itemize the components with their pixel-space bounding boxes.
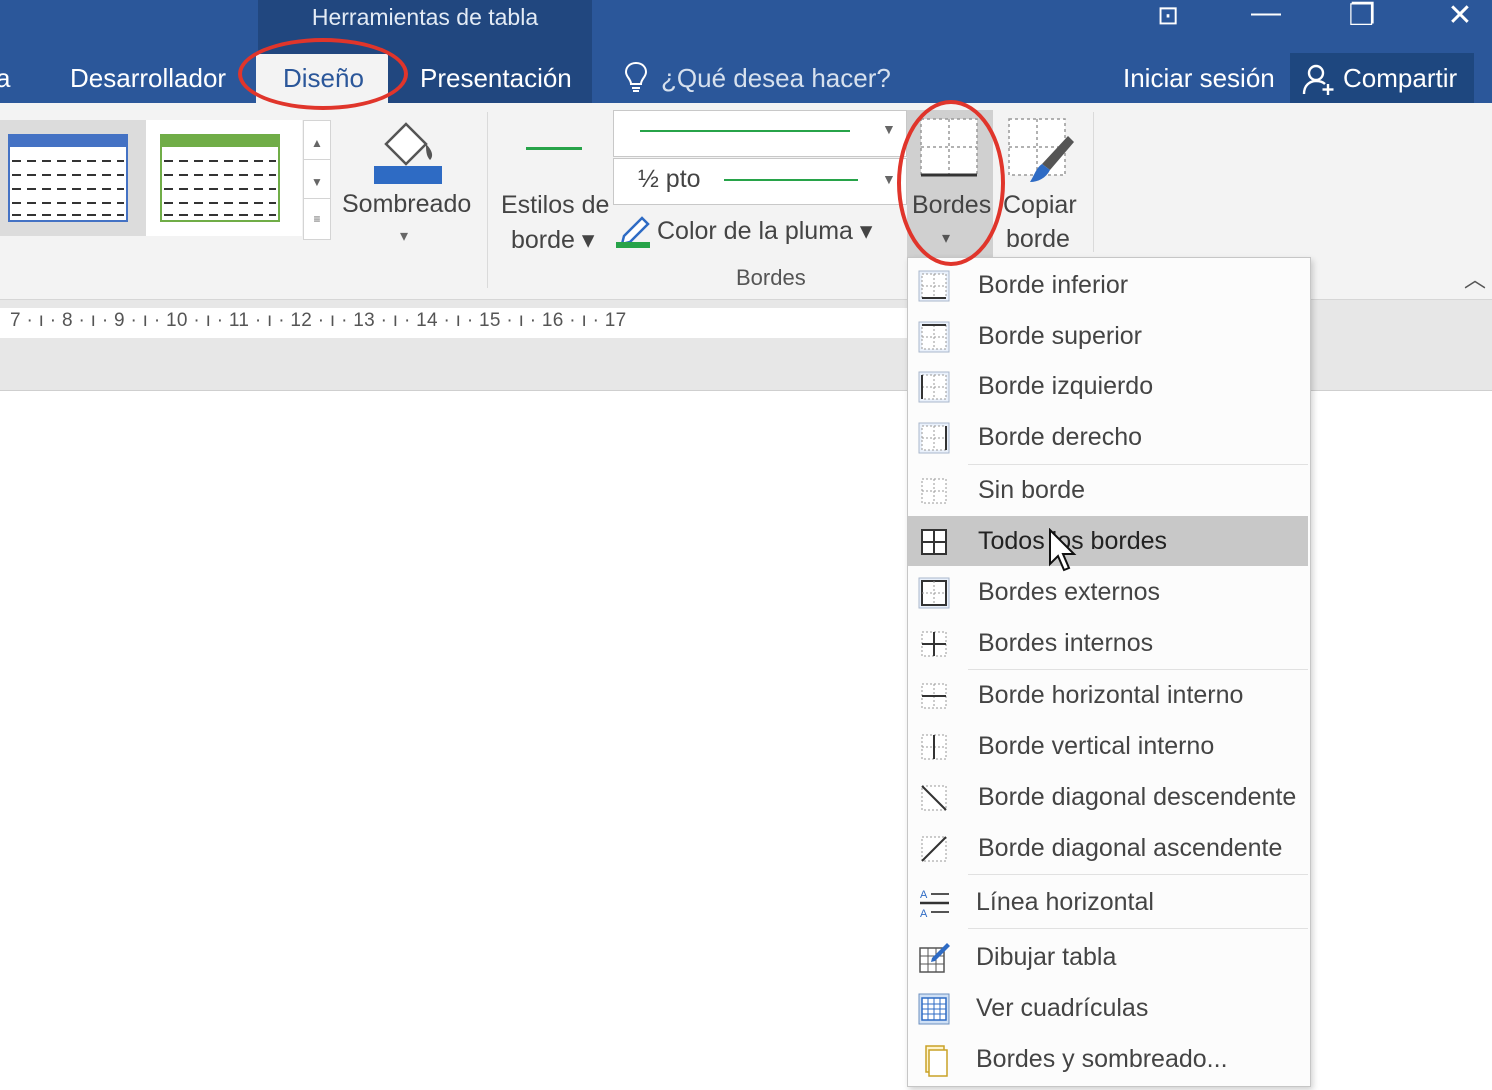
table-style-green-thumb[interactable] bbox=[160, 134, 280, 222]
tab-referencias-partial[interactable]: a bbox=[0, 58, 10, 98]
menu-item-label: Dibujar tabla bbox=[976, 943, 1117, 971]
menu-item-top-border[interactable]: Borde superior bbox=[908, 311, 1308, 361]
menu-item-outside-borders[interactable]: Bordes externos bbox=[908, 567, 1308, 617]
draw-table-icon bbox=[919, 943, 950, 973]
borders-shading-icon bbox=[925, 1045, 948, 1077]
menu-item-label: Borde izquierdo bbox=[978, 372, 1154, 400]
chevron-down-icon: ▼ bbox=[882, 121, 896, 137]
shading-dropdown-arrow[interactable]: ▾ bbox=[400, 226, 408, 246]
tell-me-input[interactable]: ¿Qué desea hacer? bbox=[661, 58, 891, 98]
left-border-icon bbox=[918, 371, 950, 403]
border-painter-label-2[interactable]: borde bbox=[1006, 225, 1070, 254]
menu-item-inside-horizontal-border[interactable]: Borde horizontal interno bbox=[908, 670, 1308, 720]
menu-item-label: Borde superior bbox=[978, 322, 1142, 350]
ruler-numbers: 7 · ı · 8 · ı · 9 · ı · 10 · ı · 11 · ı … bbox=[10, 310, 627, 331]
group-separator bbox=[1093, 112, 1094, 252]
pen-color-icon[interactable] bbox=[616, 212, 652, 248]
tab-presentacion[interactable]: Presentación bbox=[420, 58, 572, 98]
menu-item-label: Sin borde bbox=[978, 476, 1086, 504]
menu-item-label: Borde vertical interno bbox=[978, 732, 1215, 760]
menu-separator bbox=[968, 874, 1308, 875]
no-border-icon bbox=[921, 478, 947, 504]
menu-item-view-gridlines[interactable]: Ver cuadrículas bbox=[908, 983, 1308, 1033]
menu-item-label: Bordes y sombreado... bbox=[976, 1045, 1228, 1073]
border-styles-label-2[interactable]: borde ▾ bbox=[511, 225, 594, 255]
menu-item-right-border[interactable]: Borde derecho bbox=[908, 412, 1308, 462]
right-border-icon bbox=[918, 422, 950, 454]
menu-item-borders-and-shading[interactable]: Bordes y sombreado... bbox=[908, 1034, 1308, 1084]
pen-weight-preview bbox=[724, 179, 858, 181]
group-separator bbox=[487, 112, 488, 288]
shading-label[interactable]: Sombreado bbox=[342, 190, 471, 219]
menu-item-draw-table[interactable]: Dibujar tabla bbox=[908, 932, 1308, 982]
lightbulb-icon bbox=[624, 61, 648, 92]
menu-separator bbox=[968, 928, 1308, 929]
diagonal-down-border-icon bbox=[921, 785, 947, 811]
annotation-oval-borders-button bbox=[897, 100, 1005, 266]
tab-desarrollador[interactable]: Desarrollador bbox=[70, 58, 226, 98]
context-group-label: Herramientas de tabla bbox=[311, 4, 539, 30]
menu-item-left-border[interactable]: Borde izquierdo bbox=[908, 361, 1308, 411]
inside-borders-icon bbox=[921, 631, 947, 657]
diagonal-up-border-icon bbox=[921, 836, 947, 862]
pen-weight-dropdown[interactable]: ½ pto ▼ bbox=[613, 158, 907, 205]
borders-dropdown-menu: Borde inferior Borde superior Borde izqu… bbox=[907, 257, 1311, 1087]
collapse-ribbon-icon[interactable]: ︿ bbox=[1464, 262, 1486, 294]
menu-item-label: Bordes externos bbox=[978, 578, 1161, 606]
border-styles-label-1[interactable]: Estilos de bbox=[501, 191, 609, 220]
ribbon-display-options-icon[interactable]: ⊡ bbox=[1148, 0, 1188, 31]
line-style-dropdown[interactable]: ▼ bbox=[613, 110, 907, 157]
table-style-blue[interactable] bbox=[8, 134, 128, 222]
outside-borders-icon bbox=[918, 577, 950, 609]
menu-item-diagonal-up-border[interactable]: Borde diagonal ascendente bbox=[908, 823, 1308, 873]
menu-item-label: Borde inferior bbox=[978, 271, 1129, 299]
menu-item-inside-vertical-border[interactable]: Borde vertical interno bbox=[908, 721, 1308, 771]
inside-horizontal-border-icon bbox=[921, 683, 947, 709]
menu-item-diagonal-down-border[interactable]: Borde diagonal descendente bbox=[908, 772, 1308, 822]
menu-item-no-border[interactable]: Sin borde bbox=[908, 465, 1308, 515]
menu-item-inside-borders[interactable]: Bordes internos bbox=[908, 618, 1308, 668]
pen-weight-value: ½ pto bbox=[638, 165, 701, 193]
all-borders-icon bbox=[921, 529, 947, 555]
shading-bucket-icon[interactable] bbox=[372, 114, 444, 186]
border-painter-label-1[interactable]: Copiar bbox=[1003, 191, 1077, 220]
svg-text:A: A bbox=[920, 889, 928, 901]
menu-item-label: Ver cuadrículas bbox=[976, 994, 1149, 1022]
view-gridlines-icon bbox=[918, 993, 950, 1025]
annotation-oval-design-tab bbox=[238, 38, 408, 110]
minimize-icon[interactable]: — bbox=[1246, 0, 1286, 30]
line-style-preview bbox=[640, 130, 850, 132]
menu-item-label: Bordes internos bbox=[978, 629, 1154, 657]
pen-color-label[interactable]: Color de la pluma ▾ bbox=[657, 216, 872, 246]
menu-item-label: Borde horizontal interno bbox=[978, 681, 1244, 709]
menu-item-all-borders[interactable]: Todos los bordes bbox=[908, 516, 1308, 566]
border-painter-icon[interactable] bbox=[1006, 116, 1078, 188]
close-icon[interactable]: ✕ bbox=[1440, 0, 1480, 33]
border-style-preview-line bbox=[526, 147, 582, 150]
person-add-icon bbox=[1302, 64, 1334, 95]
sign-in-link[interactable]: Iniciar sesión bbox=[1123, 58, 1275, 98]
borders-group-label: Bordes bbox=[736, 265, 806, 290]
top-border-icon bbox=[918, 321, 950, 353]
mouse-cursor-icon bbox=[1049, 528, 1077, 572]
menu-item-label: Borde diagonal descendente bbox=[978, 783, 1297, 811]
gallery-more-button[interactable]: ≡ bbox=[303, 198, 331, 240]
chevron-down-icon: ▼ bbox=[882, 171, 896, 187]
restore-icon[interactable]: ❐ bbox=[1342, 0, 1382, 33]
menu-item-label: Borde derecho bbox=[978, 423, 1143, 451]
bottom-border-icon bbox=[918, 270, 950, 302]
menu-item-label: Borde diagonal ascendente bbox=[978, 834, 1283, 862]
menu-item-bottom-border[interactable]: Borde inferior bbox=[908, 260, 1308, 310]
menu-item-horizontal-line[interactable]: A A Línea horizontal bbox=[908, 877, 1308, 927]
svg-text:A: A bbox=[920, 908, 928, 920]
menu-item-label: Línea horizontal bbox=[976, 888, 1154, 916]
horizontal-line-icon: A A bbox=[920, 889, 949, 920]
inside-vertical-border-icon bbox=[921, 734, 947, 760]
share-label: Compartir bbox=[1343, 63, 1458, 93]
